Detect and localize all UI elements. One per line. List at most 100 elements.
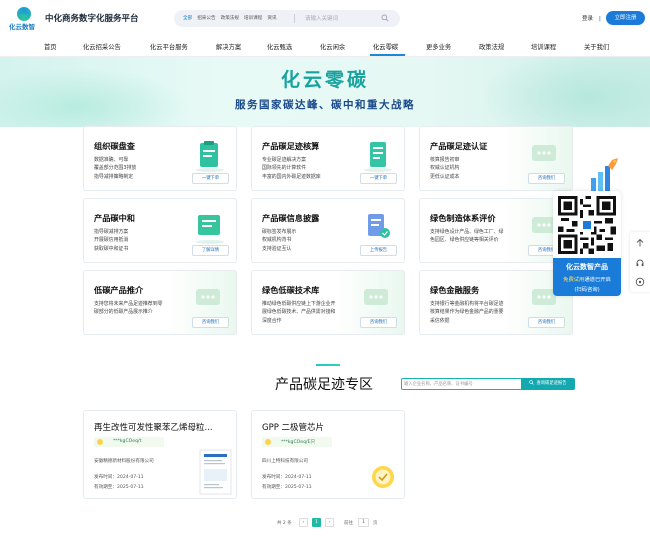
product-card[interactable]: 再生改性可发性聚苯乙烯母粒... ***kgCOeq/t 安徽精德新材料股份有限…	[83, 410, 237, 499]
search-tab-news[interactable]: 资讯	[267, 15, 276, 21]
service-title: 绿色制造体系评价	[430, 213, 496, 223]
service-title: 产品碳中和	[94, 213, 135, 223]
service-card-product-footprint[interactable]: 产品碳足迹核算 专业碳足迹解决方案 国际领先的计算软件 丰富的国内外碳足迹数据库 一…	[251, 126, 405, 191]
chat-bubble-icon	[196, 289, 220, 305]
product-publish-date: 发布时间：2024-07-11	[262, 475, 312, 480]
service-desc: 支持银行等金融机构将平台碳足迹 核算结果作为绿色金融产品的重要 采信依据	[430, 301, 504, 324]
service-title: 产品碳足迹认证	[430, 141, 488, 151]
product-company: 四川上特科技有限公司	[262, 459, 308, 464]
product-publish-date: 发布时间：2024-07-11	[94, 475, 144, 480]
service-card-green-manufacturing[interactable]: 绿色制造体系评价 支持绿色设计产品、绿色工厂、绿 色园区、绿色供应链等相关评价 咨…	[419, 198, 573, 263]
login-link[interactable]: 登录	[582, 16, 593, 22]
pagination-page-unit: 页	[373, 521, 378, 526]
pagination-page[interactable]: 1	[312, 518, 321, 527]
footprint-search: 查询碳足迹报告	[401, 378, 575, 390]
service-title: 绿色低碳技术库	[262, 285, 320, 295]
site-logo[interactable]: 化云数智	[9, 7, 39, 31]
product-valid-until: 有效期至：2025-07-11	[94, 485, 144, 490]
product-footprint-value: ***kgCOeq/E只	[262, 437, 332, 447]
service-card-org-inventory[interactable]: 组织碳盘查 数据准确、可靠 覆盖部分范围3排放 指导减排策略制定 一键下单	[83, 126, 237, 191]
chat-bubble-icon	[532, 145, 556, 161]
nav-training[interactable]: 培训课程	[531, 42, 556, 51]
service-desc: 碳标签发布展示 权威机构背书 支持验证互认	[262, 229, 297, 252]
service-card-tech-library[interactable]: 绿色低碳技术库 推动绿色低碳供应链上下游企业开 展绿色低碳技术、产品供需对接和 深度…	[251, 270, 405, 335]
search-input[interactable]	[305, 13, 380, 24]
nav-idle[interactable]: 化云闲余	[320, 42, 345, 51]
search-tab-all[interactable]: 全部	[183, 15, 192, 21]
consult-button[interactable]: 咨询我们	[528, 173, 565, 184]
qr-label: 化云数智产品 免费试用通道已开启 (扫码咨询)	[553, 258, 621, 296]
service-card-carbon-neutral[interactable]: 产品碳中和 指导碳减排方案 开展碳信用抵消 获取碳中和证书 了解详情	[83, 198, 237, 263]
nav-policy[interactable]: 政策法规	[479, 42, 504, 51]
nav-zero-carbon[interactable]: 化云零碳	[373, 42, 398, 51]
service-title: 组织碳盘查	[94, 141, 135, 151]
consult-button[interactable]: 咨询我们	[528, 317, 565, 328]
search-icon[interactable]	[381, 14, 389, 22]
nav-selection[interactable]: 化云甄选	[267, 42, 292, 51]
search-tab-training[interactable]: 培训课程	[244, 15, 262, 21]
logo-text: 化云数智	[9, 23, 35, 31]
search-divider	[294, 14, 295, 23]
site-title: 中化商务数字化服务平台	[45, 14, 139, 24]
qr-consult-panel[interactable]: 化云数智产品 免费试用通道已开启 (扫码咨询)	[553, 191, 621, 296]
nav-about[interactable]: 关于我们	[584, 42, 609, 51]
service-title: 低碳产品推介	[94, 285, 144, 295]
document-icon	[364, 142, 392, 172]
product-title: GPP 二极管芯片	[262, 423, 325, 433]
search-category-tabs: 全部 招采公告 政策法规 培训课程 资讯	[183, 15, 277, 21]
service-desc: 核算报告初审 权威认证机构 更低认证成本	[430, 157, 460, 180]
banner-title: 化云零碳	[280, 69, 369, 91]
hero-banner: 化云零碳 服务国家碳达峰、碳中和重大战略	[0, 57, 650, 127]
product-card[interactable]: GPP 二极管芯片 ***kgCOeq/E只 四川上特科技有限公司 发布时间：2…	[251, 410, 405, 499]
chat-bubble-icon	[364, 289, 388, 305]
consult-button[interactable]: 咨询我们	[360, 317, 397, 328]
service-card-low-carbon-promo[interactable]: 低碳产品推介 支持您将未来产品足迹推荐到零 碳部分的低碳产品展示推介 咨询我们	[83, 270, 237, 335]
rocket-illustration-icon	[591, 158, 618, 192]
login-separator: |	[599, 16, 601, 22]
pagination-prev[interactable]: ‹	[299, 518, 308, 527]
qr-code-icon[interactable]	[558, 196, 616, 254]
order-button[interactable]: 一键下单	[192, 173, 229, 184]
global-search: 全部 招采公告 政策法规 培训课程 资讯	[174, 10, 400, 27]
footprint-search-button[interactable]: 查询碳足迹报告	[521, 378, 575, 390]
upload-report-button[interactable]: 上传报告	[360, 245, 397, 256]
headset-icon[interactable]	[635, 258, 645, 268]
product-company: 安徽精德新材料股份有限公司	[94, 459, 154, 464]
order-button[interactable]: 一键下单	[360, 173, 397, 184]
nav-solutions[interactable]: 解决方案	[216, 42, 241, 51]
nav-more-business[interactable]: 更多业务	[426, 42, 451, 51]
consult-button[interactable]: 咨询我们	[192, 317, 229, 328]
service-desc: 支持您将未来产品足迹推荐到零 碳部分的低碳产品展示推介	[94, 301, 163, 316]
qr-scan-hint: (扫码咨询)	[574, 287, 600, 293]
pagination-total: 共 2 条	[277, 521, 292, 526]
register-button[interactable]: 立即注册	[606, 11, 645, 25]
service-desc: 支持绿色设计产品、绿色工厂、绿 色园区、绿色供应链等相关评价	[430, 229, 504, 244]
product-title: 再生改性可发性聚苯乙烯母粒...	[94, 423, 213, 433]
section-decoration	[316, 364, 340, 366]
pagination-goto-input[interactable]: 1	[358, 518, 369, 527]
footprint-search-input[interactable]	[404, 380, 518, 389]
nav-home[interactable]: 首页	[44, 42, 57, 51]
login-link-group: 登录 |	[579, 14, 604, 22]
service-card-green-finance[interactable]: 绿色金融服务 支持银行等金融机构将平台碳足迹 核算结果作为绿色金融产品的重要 采信依…	[419, 270, 573, 335]
arrow-up-icon[interactable]	[635, 238, 645, 248]
banner-subtitle: 服务国家碳达峰、碳中和重大战略	[235, 99, 415, 111]
search-icon	[529, 380, 535, 385]
section-title: 产品碳足迹专区	[275, 377, 373, 393]
service-card-footprint-cert[interactable]: 产品碳足迹认证 核算报告初审 权威认证机构 更低认证成本 咨询我们	[419, 126, 573, 191]
top-header: 化云数智 中化商务数字化服务平台 全部 招采公告 政策法规 培训课程 资讯 登录…	[0, 0, 650, 37]
nav-procurement[interactable]: 化云招采公告	[83, 42, 121, 51]
phone-icon[interactable]	[635, 277, 645, 287]
service-desc: 数据准确、可靠 覆盖部分范围3排放 指导减排策略制定	[94, 157, 137, 180]
report-thumbnail-icon	[199, 449, 232, 495]
logo-mark-icon	[17, 7, 31, 21]
service-desc: 专业碳足迹解决方案 国际领先的计算软件 丰富的国内外碳足迹数据库	[262, 157, 321, 180]
search-tab-procurement[interactable]: 招采公告	[197, 15, 215, 21]
message-icon	[196, 215, 224, 244]
search-tab-policy[interactable]: 政策法规	[221, 15, 239, 21]
pagination-next[interactable]: ›	[325, 518, 334, 527]
details-button[interactable]: 了解详情	[192, 245, 229, 256]
certified-document-icon	[368, 214, 390, 238]
nav-platform-services[interactable]: 化云平台服务	[150, 42, 188, 51]
service-card-disclosure[interactable]: 产品碳信息披露 碳标签发布展示 权威机构背书 支持验证互认 上传报告	[251, 198, 405, 263]
